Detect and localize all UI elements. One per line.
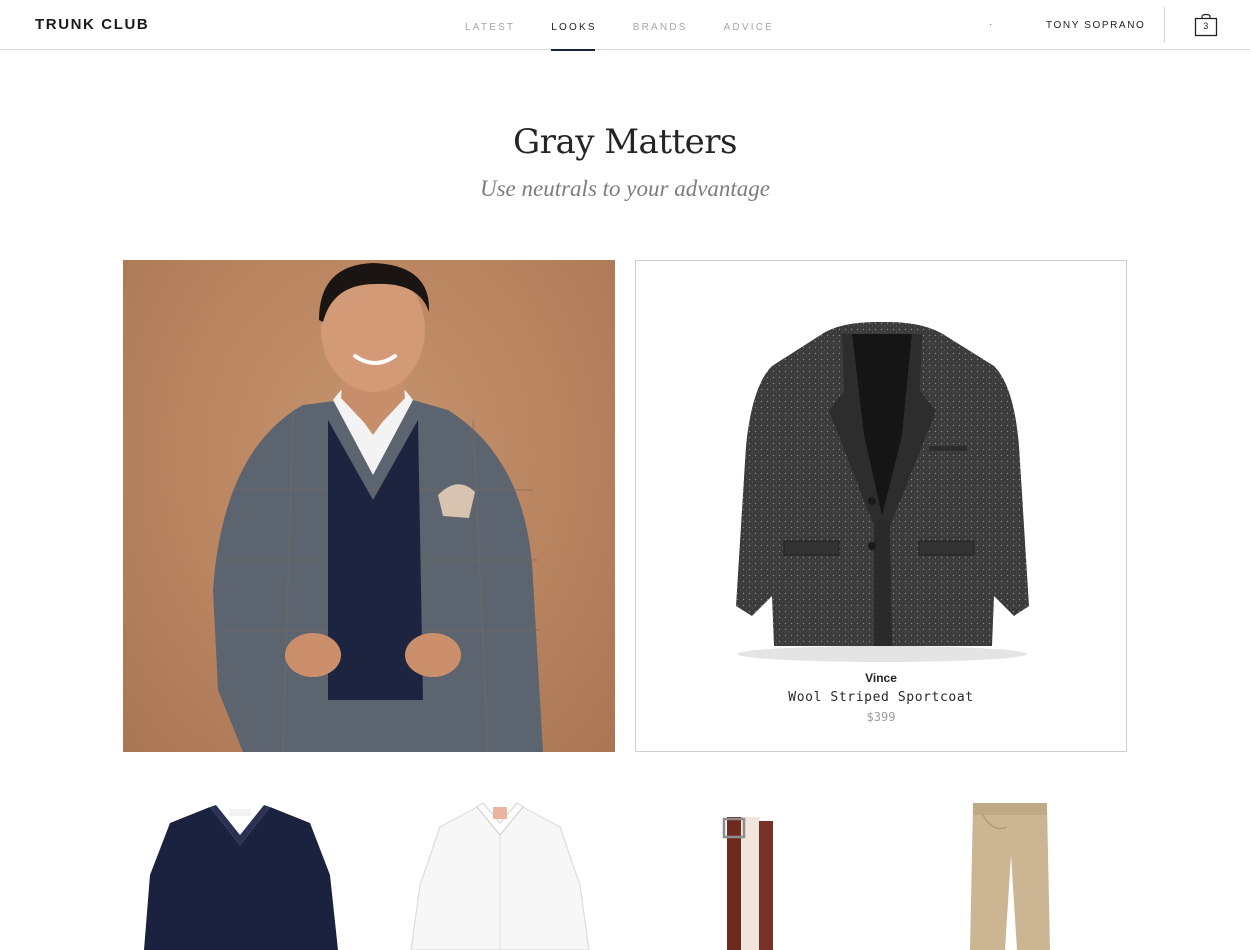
product-shirt[interactable] xyxy=(405,795,595,950)
product-belt[interactable] xyxy=(715,795,785,950)
khaki-pants-icon xyxy=(970,803,1050,950)
model-illustration xyxy=(213,263,543,752)
navy-v-neck-sweater-icon xyxy=(144,805,338,950)
trunk-club-logo[interactable]: TRUNK CLUB xyxy=(35,16,149,33)
nav-advice[interactable]: ADVICE xyxy=(724,0,774,50)
sportcoat-image xyxy=(736,321,1029,662)
featured-product-card[interactable]: Vince Wool Striped Sportcoat $399 xyxy=(635,260,1127,752)
nav-brands[interactable]: BRANDS xyxy=(633,0,688,50)
header-divider xyxy=(1164,7,1165,43)
top-navigation-bar: TRUNK CLUB LATEST LOOKS BRANDS ADVICE · … xyxy=(0,0,1250,51)
product-name[interactable]: Wool Striped Sportcoat xyxy=(636,690,1126,705)
product-sweater[interactable] xyxy=(140,795,340,950)
model-photo xyxy=(123,260,615,752)
look-title: Gray Matters xyxy=(513,122,737,162)
product-brand: Vince xyxy=(865,671,897,685)
product-price: $399 xyxy=(866,710,896,724)
cart-count-badge: 3 xyxy=(1203,21,1209,31)
user-account-link[interactable]: TONY SOPRANO xyxy=(1046,20,1145,31)
nav-latest[interactable]: LATEST xyxy=(465,0,515,50)
main-nav: LATEST LOOKS BRANDS ADVICE xyxy=(465,0,810,51)
nav-looks[interactable]: LOOKS xyxy=(551,0,596,51)
white-dress-shirt-icon xyxy=(410,802,590,950)
product-pants[interactable] xyxy=(965,795,1055,950)
brown-leather-belt-icon xyxy=(722,817,773,950)
notification-dot: · xyxy=(989,19,993,30)
shopping-bag-button[interactable]: 3 xyxy=(1194,13,1218,37)
look-subtitle: Use neutrals to your advantage xyxy=(479,176,770,201)
